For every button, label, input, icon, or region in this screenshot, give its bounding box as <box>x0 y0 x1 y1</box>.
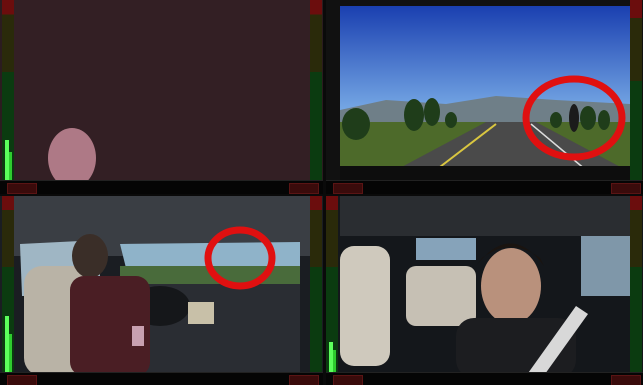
pane-label-left[interactable] <box>333 183 363 194</box>
pane-label-left[interactable] <box>333 375 363 385</box>
pane-label-left[interactable] <box>7 183 37 194</box>
audio-level-meter-left <box>2 0 14 180</box>
audio-level-meter-right <box>630 196 642 374</box>
bear-figure <box>569 104 579 132</box>
pane-status-bar <box>326 372 643 385</box>
pane-label-right[interactable] <box>289 375 319 385</box>
camera-pane-4[interactable] <box>326 196 643 385</box>
camera-feed-dark <box>0 0 323 188</box>
camera-pane-2[interactable] <box>326 0 643 194</box>
camera-pane-1[interactable] <box>0 0 323 194</box>
audio-level-meter-right <box>630 0 642 180</box>
camera-feed-cabin-rear <box>0 196 323 385</box>
audio-level-meter-right <box>310 196 322 374</box>
camera-pane-3[interactable] <box>0 196 323 385</box>
pane-status-bar <box>0 180 323 194</box>
pane-status-bar <box>326 180 643 194</box>
camera-feed-road <box>326 0 643 180</box>
audio-level-meter-right <box>310 0 322 180</box>
pane-label-left[interactable] <box>7 375 37 385</box>
camera-feed-driver-face <box>326 196 643 385</box>
pane-label-right[interactable] <box>289 183 319 194</box>
pane-status-bar <box>0 372 323 385</box>
audio-level-meter-left <box>326 196 338 374</box>
audio-level-meter-left <box>2 196 14 374</box>
pane-label-right[interactable] <box>611 375 641 385</box>
pane-label-right[interactable] <box>611 183 641 194</box>
